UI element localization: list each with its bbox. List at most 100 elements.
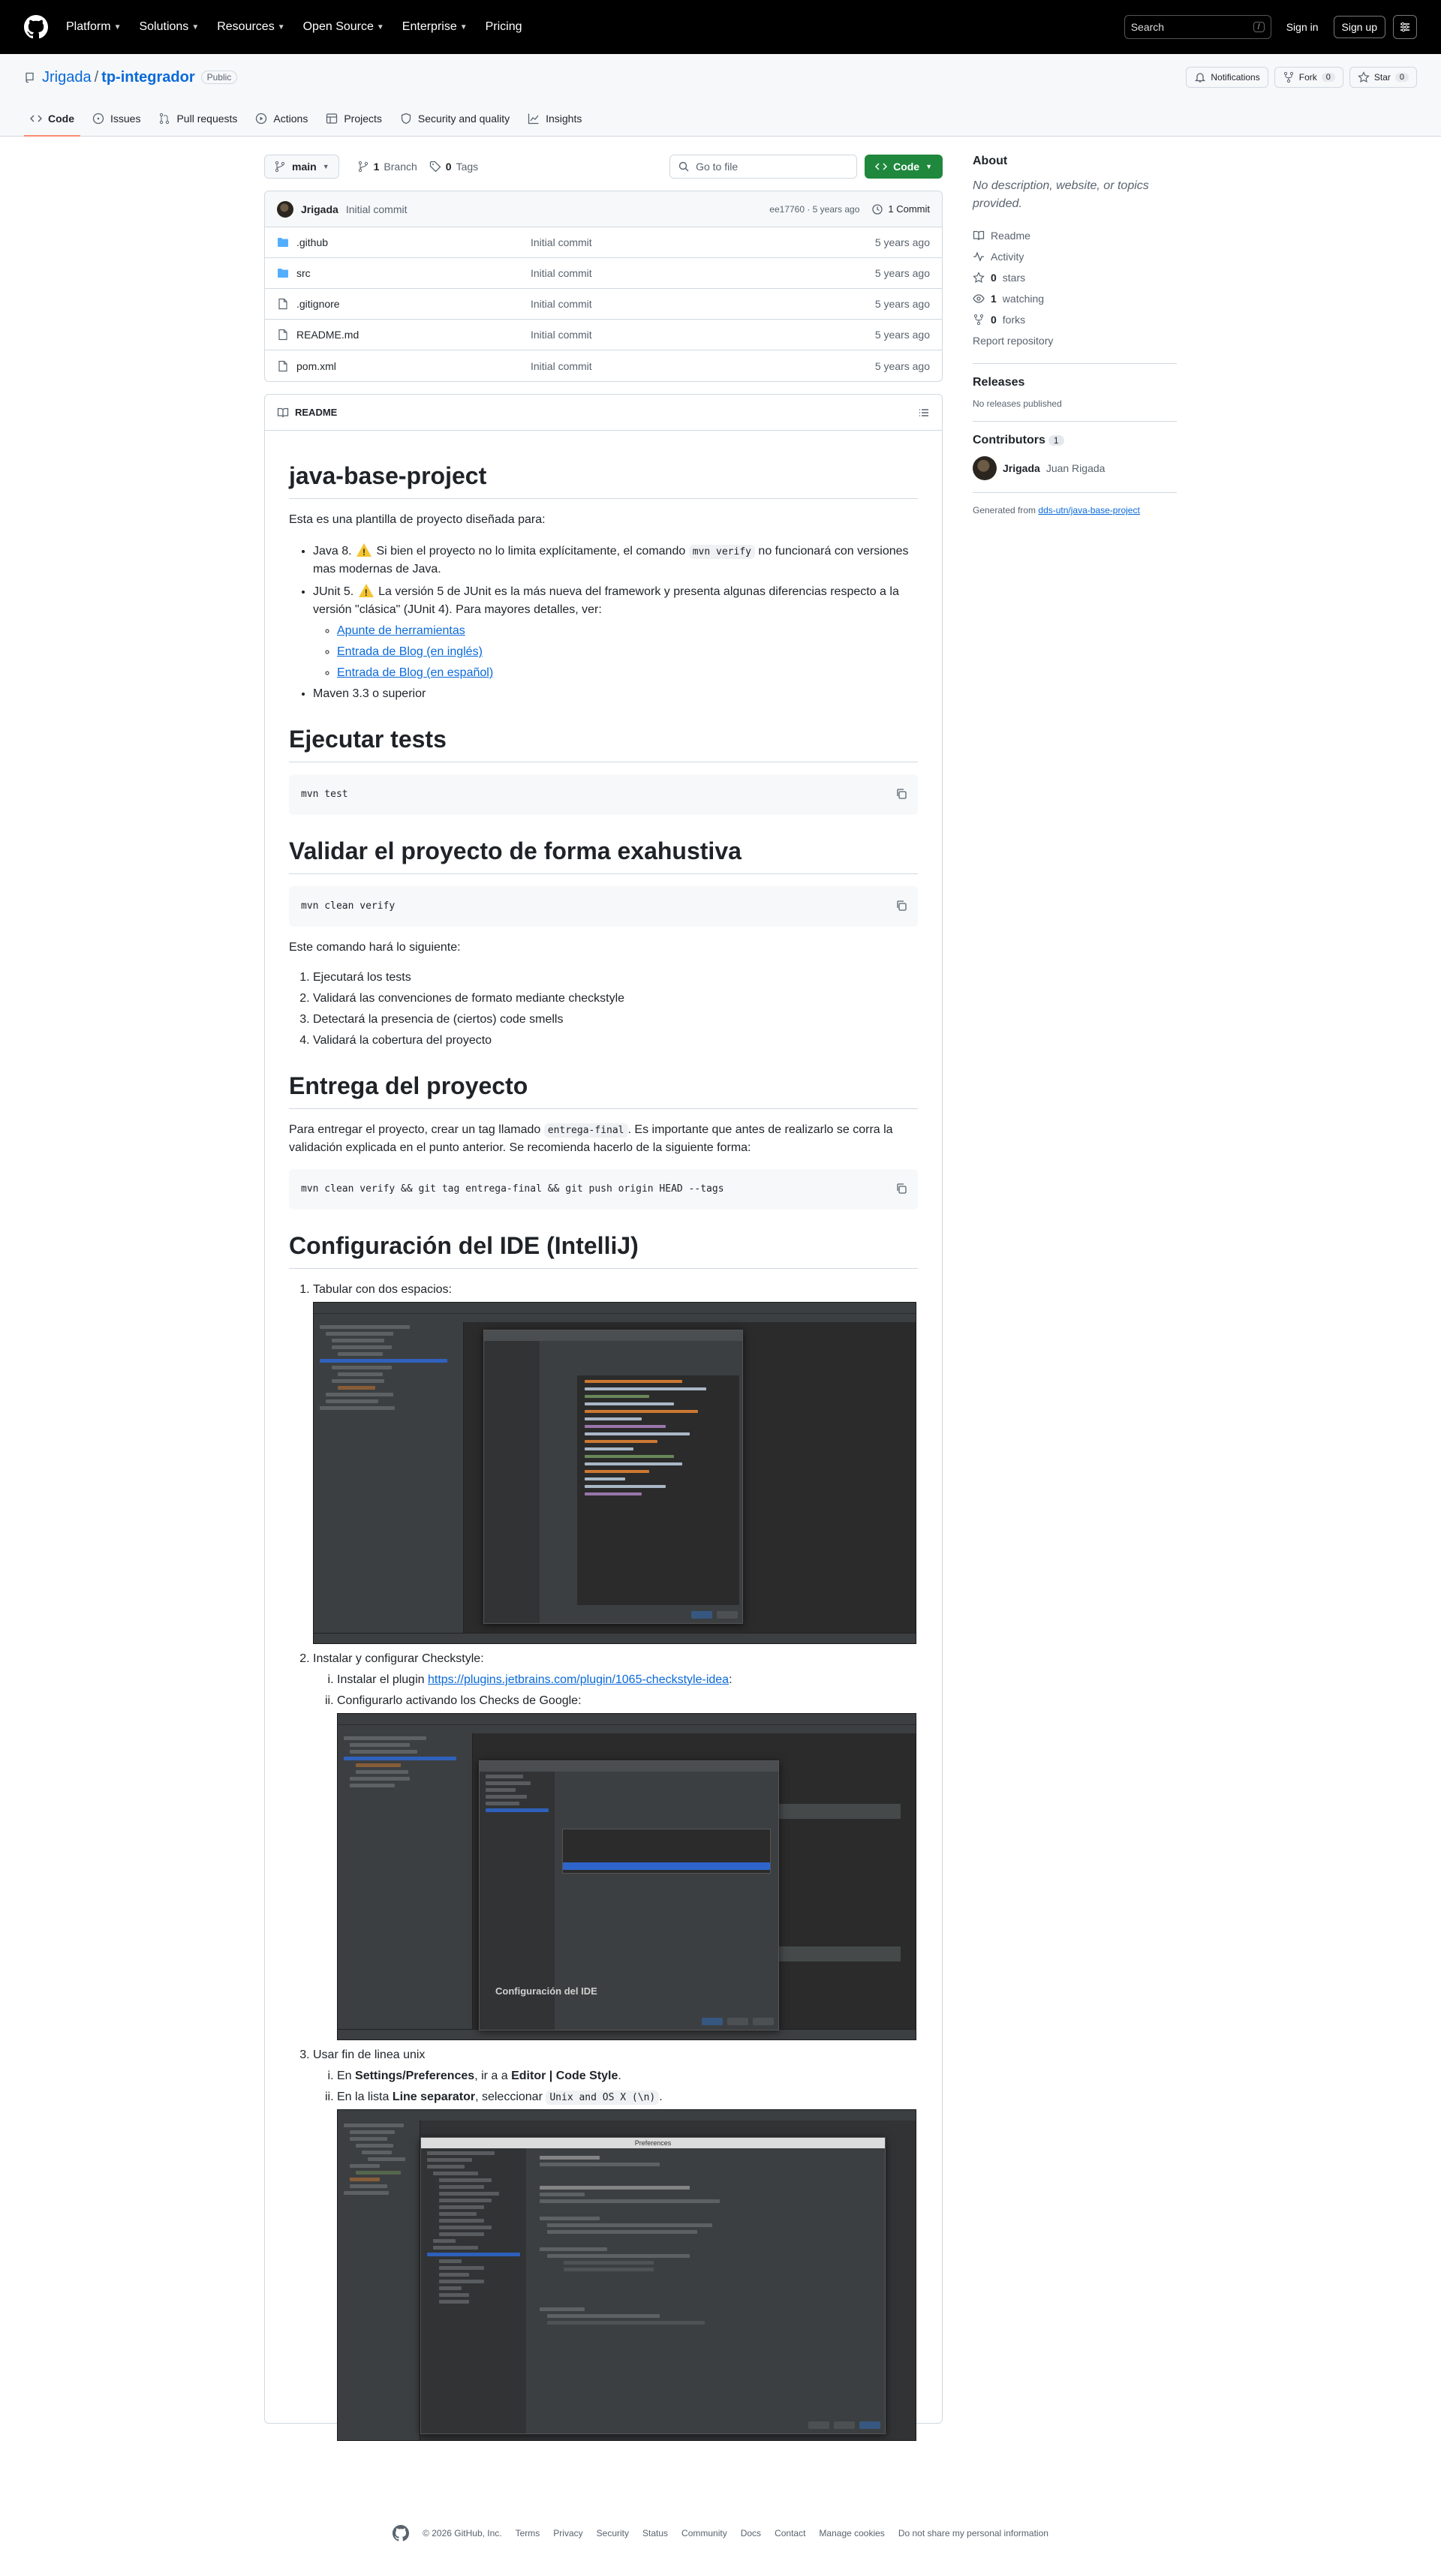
nav-enterprise[interactable]: Enterprise ▼ xyxy=(402,20,468,34)
repo-owner-link[interactable]: Jrigada xyxy=(42,69,92,86)
branch-selector[interactable]: main ▼ xyxy=(264,155,339,179)
file-name[interactable]: README.md xyxy=(277,329,531,341)
table-row[interactable]: README.md Initial commit 5 years ago xyxy=(265,320,942,350)
activity-link[interactable]: Activity xyxy=(973,246,1177,267)
readme-title: java-base-project xyxy=(289,458,918,499)
table-row[interactable]: .gitignore Initial commit 5 years ago xyxy=(265,289,942,320)
file-name[interactable]: src xyxy=(277,267,531,279)
forks-label: forks xyxy=(1002,314,1026,326)
contributors-heading[interactable]: Contributors 1 xyxy=(973,434,1177,447)
footer-link-community[interactable]: Community xyxy=(681,2528,727,2538)
code-button[interactable]: Code ▼ xyxy=(865,155,943,179)
copy-icon[interactable] xyxy=(895,1183,907,1195)
report-repository-link[interactable]: Report repository xyxy=(973,330,1177,351)
table-row[interactable]: src Initial commit 5 years ago xyxy=(265,258,942,289)
header-actions: Search / Sign in Sign up xyxy=(1124,15,1417,39)
repo-tabs: Code Issues Pull requests Actions Projec… xyxy=(24,101,1417,137)
watchers-link[interactable]: 1 watching xyxy=(973,288,1177,309)
link-apunte-herramientas[interactable]: Apunte de herramientas xyxy=(337,624,465,637)
avatar[interactable] xyxy=(973,456,997,480)
nav-open-source[interactable]: Open Source ▼ xyxy=(303,20,384,34)
template-repo-link[interactable]: dds-utn/java-base-project xyxy=(1038,505,1139,516)
repo-title-row: Jrigada / tp-integrador Public Notificat… xyxy=(24,54,1417,101)
footer-link-privacy[interactable]: Privacy xyxy=(553,2528,582,2538)
nav-resources[interactable]: Resources ▼ xyxy=(217,20,284,34)
releases-heading[interactable]: Releases xyxy=(973,376,1177,389)
star-button[interactable]: Star 0 xyxy=(1349,67,1417,88)
tab-code[interactable]: Code xyxy=(24,101,80,137)
avatar[interactable] xyxy=(277,200,293,218)
table-row[interactable]: .github Initial commit 5 years ago xyxy=(265,227,942,258)
readme-link[interactable]: Readme xyxy=(973,225,1177,246)
nav-pricing[interactable]: Pricing xyxy=(486,20,522,34)
github-logo-icon[interactable] xyxy=(24,15,48,39)
sign-up-button[interactable]: Sign up xyxy=(1333,16,1385,38)
copy-icon[interactable] xyxy=(895,900,907,912)
pulse-icon xyxy=(973,251,984,262)
text: Tabular con dos espacios: xyxy=(313,1283,452,1296)
nav-platform[interactable]: Platform ▼ xyxy=(66,20,121,34)
nav-solutions[interactable]: Solutions ▼ xyxy=(139,20,199,34)
ide-screenshot-line-separator[interactable]: Preferences xyxy=(337,2109,916,2441)
entrega-paragraph: Para entregar el proyecto, crear un tag … xyxy=(289,1121,918,1157)
tab-pull-requests[interactable]: Pull requests xyxy=(152,101,243,137)
appearance-settings-button[interactable] xyxy=(1393,15,1417,39)
file-name-label: .gitignore xyxy=(296,298,340,310)
search-input[interactable]: Search / xyxy=(1124,15,1271,39)
tab-actions[interactable]: Actions xyxy=(249,101,314,137)
file-commit-message[interactable]: Initial commit xyxy=(531,267,875,279)
ide-screenshot-tabs[interactable] xyxy=(313,1302,916,1644)
footer-link-docs[interactable]: Docs xyxy=(741,2528,761,2538)
notifications-button[interactable]: Notifications xyxy=(1186,67,1268,88)
sign-in-button[interactable]: Sign in xyxy=(1279,17,1326,38)
go-to-file-input[interactable]: Go to file xyxy=(669,155,858,179)
commit-hash-time[interactable]: ee17760 · 5 years ago xyxy=(769,204,859,215)
tab-issues[interactable]: Issues xyxy=(86,101,146,137)
tags-link[interactable]: 0 Tags xyxy=(429,161,478,173)
outline-list-icon[interactable] xyxy=(918,407,930,419)
commit-author[interactable]: Jrigada xyxy=(301,203,338,215)
github-logo-icon[interactable] xyxy=(393,2525,410,2541)
footer-link-do-not-share[interactable]: Do not share my personal information xyxy=(898,2528,1048,2538)
link-blog-english[interactable]: Entrada de Blog (en inglés) xyxy=(337,645,483,658)
branches-link[interactable]: 1 Branch xyxy=(357,161,417,173)
commit-message[interactable]: Initial commit xyxy=(346,203,408,215)
fork-button[interactable]: Fork 0 xyxy=(1274,67,1343,88)
list-item: JUnit 5. La versión 5 de JUnit es la más… xyxy=(313,582,918,682)
tab-projects[interactable]: Projects xyxy=(320,101,388,137)
file-name[interactable]: pom.xml xyxy=(277,360,531,372)
footer-link-terms[interactable]: Terms xyxy=(516,2528,540,2538)
link-blog-spanish[interactable]: Entrada de Blog (en español) xyxy=(337,666,493,679)
file-commit-message[interactable]: Initial commit xyxy=(531,298,875,310)
tab-insights[interactable]: Insights xyxy=(522,101,588,137)
table-row[interactable]: pom.xml Initial commit 5 years ago xyxy=(265,350,942,381)
file-commit-message[interactable]: Initial commit xyxy=(531,360,875,372)
readme-content: java-base-project Esta es una plantilla … xyxy=(265,431,942,2471)
footer-link-security[interactable]: Security xyxy=(597,2528,629,2538)
footer-link-status[interactable]: Status xyxy=(642,2528,668,2538)
commits-link[interactable]: 1 Commit xyxy=(871,203,930,215)
repo-icon xyxy=(26,72,34,83)
watching-label: watching xyxy=(1002,293,1045,305)
ide-screenshot-checkstyle[interactable]: Configuración del IDE xyxy=(337,1713,916,2040)
repo-name-link[interactable]: tp-integrador xyxy=(101,69,194,86)
footer-link-contact[interactable]: Contact xyxy=(775,2528,805,2538)
checkstyle-plugin-link[interactable]: https://plugins.jetbrains.com/plugin/106… xyxy=(428,1673,729,1686)
file-age: 5 years ago xyxy=(874,359,930,372)
stars-link[interactable]: 0 stars xyxy=(973,267,1177,288)
contributor-login[interactable]: Jrigada xyxy=(1003,462,1040,474)
tab-label: Security and quality xyxy=(417,113,510,125)
copy-icon[interactable] xyxy=(895,788,907,800)
footer-link-manage-cookies[interactable]: Manage cookies xyxy=(819,2528,884,2538)
readme-tab[interactable]: README xyxy=(295,407,337,418)
file-commit-message[interactable]: Initial commit xyxy=(531,329,875,341)
star-icon xyxy=(1358,71,1370,83)
contributor-item[interactable]: Jrigada Juan Rigada xyxy=(973,456,1177,480)
file-name[interactable]: .github xyxy=(277,236,531,248)
visibility-badge: Public xyxy=(200,71,238,84)
file-commit-message[interactable]: Initial commit xyxy=(531,236,875,248)
tab-security[interactable]: Security and quality xyxy=(394,101,516,137)
forks-link[interactable]: 0 forks xyxy=(973,309,1177,330)
ide-overlay-text: Configuración del IDE xyxy=(495,1985,597,1997)
file-name[interactable]: .gitignore xyxy=(277,298,531,310)
